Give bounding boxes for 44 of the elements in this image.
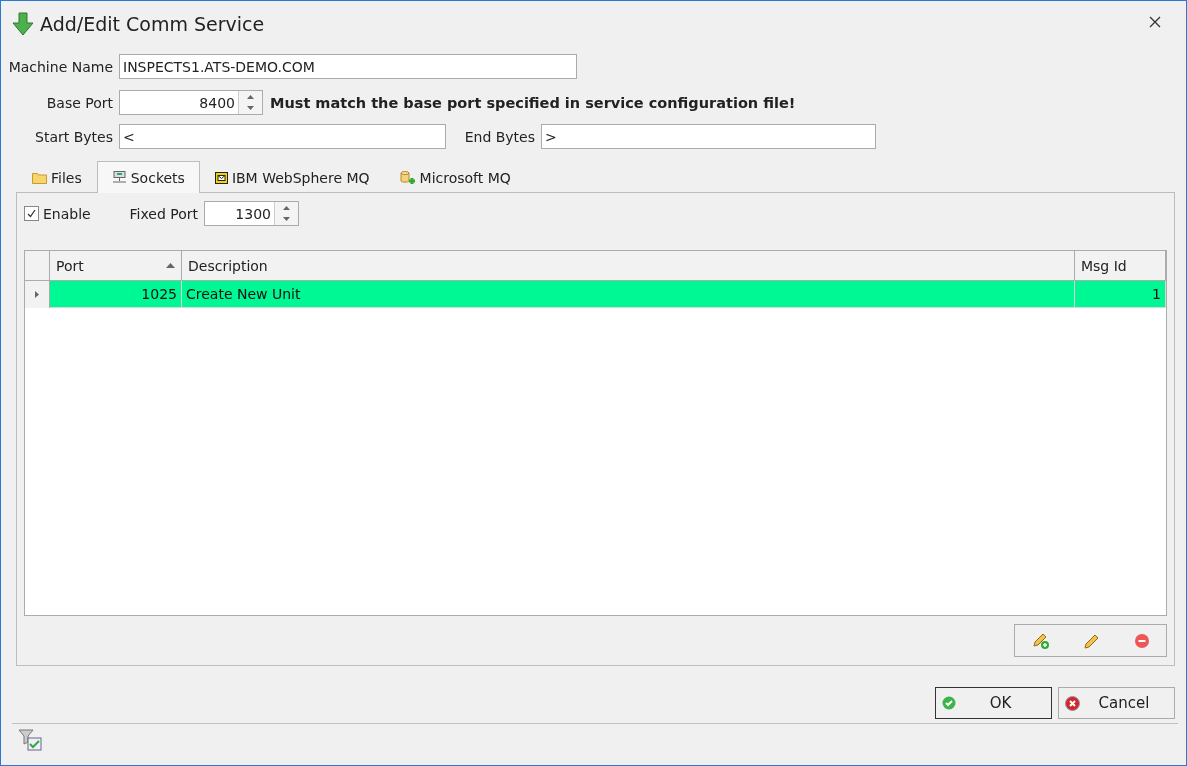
field-label: End Bytes bbox=[463, 128, 536, 145]
field-label: Machine Name bbox=[7, 58, 114, 75]
caret-up-icon bbox=[247, 94, 254, 99]
row-indicator-icon bbox=[35, 291, 39, 298]
enable-checkbox[interactable]: Enable bbox=[24, 205, 120, 222]
start-bytes-field[interactable]: < bbox=[119, 124, 446, 149]
column-header[interactable]: Port bbox=[50, 251, 182, 281]
tab[interactable]: Files bbox=[17, 162, 97, 192]
field-label: Base Port bbox=[45, 94, 114, 111]
table-cell: Create New Unit bbox=[182, 281, 1075, 308]
field-label: Fixed Port bbox=[128, 205, 199, 222]
caret-up-icon bbox=[283, 205, 290, 210]
sort-icon bbox=[166, 263, 175, 268]
tab[interactable]: Microsoft MQ bbox=[384, 162, 526, 192]
down-arrow-icon bbox=[12, 12, 34, 36]
tab[interactable]: IBM WebSphere MQ bbox=[199, 162, 385, 192]
machine-name-field[interactable]: INSPECTS1.ATS-DEMO.COM bbox=[119, 54, 577, 79]
caret-down-icon bbox=[283, 217, 290, 222]
network-icon bbox=[111, 171, 127, 184]
field-label: Start Bytes bbox=[34, 128, 114, 145]
grid-row[interactable]: 1025 Create New Unit 1 bbox=[25, 281, 1166, 308]
warning-note: Must match the base port specified in service configuration file! bbox=[270, 94, 796, 111]
close-icon bbox=[1149, 16, 1161, 28]
dialog-button[interactable]: Cancel bbox=[1058, 687, 1175, 719]
minus-circle-icon bbox=[1133, 632, 1150, 649]
caret-down-icon bbox=[247, 106, 254, 111]
window-title: Add/Edit Comm Service bbox=[40, 13, 266, 35]
table-cell: 1 bbox=[1075, 281, 1166, 308]
column-header[interactable]: Msg Id bbox=[1075, 251, 1166, 281]
table-cell: 1025 bbox=[50, 281, 182, 308]
pencil-add-icon bbox=[1031, 631, 1050, 650]
dialog-button[interactable]: OK bbox=[935, 687, 1052, 719]
end-bytes-field[interactable]: > bbox=[541, 124, 876, 149]
base-port-spin-box[interactable]: 8400 bbox=[119, 90, 263, 115]
column-header[interactable]: Description bbox=[182, 251, 1075, 281]
filter-check-icon[interactable] bbox=[18, 728, 44, 752]
folder-icon bbox=[32, 171, 47, 184]
cancel-icon bbox=[1065, 695, 1080, 711]
check-mark-icon bbox=[27, 209, 36, 218]
mail-icon bbox=[214, 171, 228, 184]
fixed-port-spin-box[interactable]: 1300 bbox=[204, 201, 299, 226]
database-add-icon bbox=[399, 169, 416, 186]
tab[interactable]: Sockets bbox=[96, 161, 200, 193]
check-icon bbox=[942, 696, 956, 710]
